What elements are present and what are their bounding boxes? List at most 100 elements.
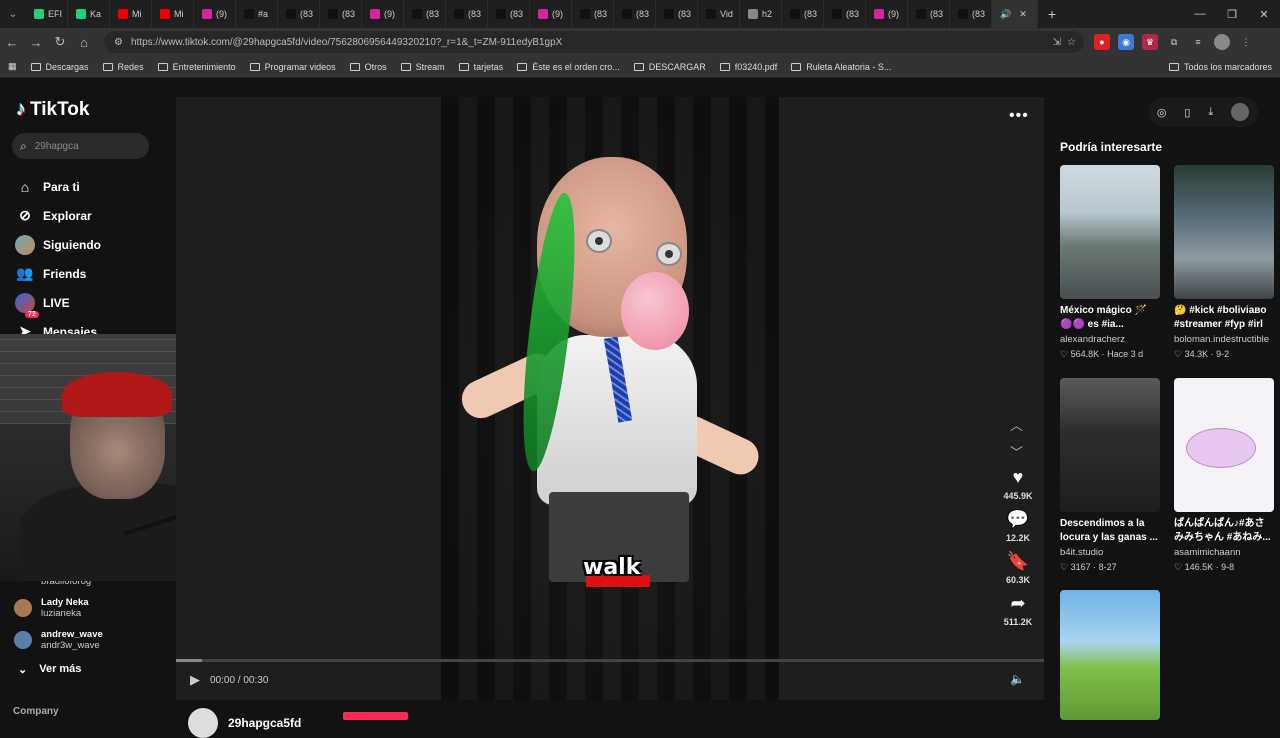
volume-icon[interactable]: 🔈	[1010, 672, 1025, 686]
browser-tab[interactable]: (83	[572, 0, 614, 28]
suggestion-card[interactable]	[1060, 590, 1160, 720]
browser-tab[interactable]: h2	[740, 0, 782, 28]
minimize-button[interactable]: —	[1184, 8, 1216, 21]
browser-tab[interactable]: (83	[782, 0, 824, 28]
bookmark-item[interactable]: Programar videos	[249, 62, 336, 72]
bookmark-star-icon[interactable]: ☆	[1067, 37, 1076, 48]
address-bar[interactable]: ⚙ https://www.tiktok.com/@29hapgca5fd/vi…	[104, 31, 1084, 53]
bookmark-item[interactable]: Entretenimiento	[157, 62, 236, 72]
share-button[interactable]: ➦ 511.2K	[1004, 593, 1033, 627]
sidebar-item-para-ti[interactable]: ⌂ Para ti	[15, 172, 101, 201]
bookmark-item[interactable]: Stream	[400, 62, 445, 72]
bookmark-item[interactable]: DESCARGAR	[633, 62, 706, 72]
download-icon[interactable]: ⤓	[1208, 106, 1213, 119]
browser-tab[interactable]: (83	[320, 0, 362, 28]
card-user[interactable]: b4it.studio	[1060, 547, 1160, 558]
extensions-puzzle-icon[interactable]: ⧉	[1166, 34, 1182, 50]
media-control-icon[interactable]: ≡	[1190, 34, 1206, 50]
bookmark-item[interactable]: Otros	[349, 62, 387, 72]
browser-tab[interactable]: (9)	[362, 0, 404, 28]
video-player[interactable]: walk ••• ︿ ﹀ ♥ 445.9K 💬 12.2K 🔖 60.3K ➦ 511.…	[176, 97, 1044, 700]
reload-button[interactable]: ↻	[48, 34, 72, 50]
bookmark-item[interactable]: Ruleta Aleatoria - S...	[791, 62, 891, 72]
video-thumbnail[interactable]	[1060, 378, 1160, 512]
previous-video-icon[interactable]: ︿	[1010, 415, 1023, 434]
browser-tab[interactable]: Ka	[68, 0, 110, 28]
browser-tab[interactable]: (83	[488, 0, 530, 28]
suggestion-card[interactable]: Descendimos a la locura y las ganas ... …	[1060, 378, 1160, 573]
save-button[interactable]: 🔖 60.3K	[1006, 551, 1030, 585]
extension-red-icon[interactable]: ●	[1094, 34, 1110, 50]
browser-tab[interactable]: (83	[278, 0, 320, 28]
coin-icon[interactable]: ◎	[1157, 106, 1167, 119]
comment-button[interactable]: 💬 12.2K	[1006, 509, 1030, 543]
company-link[interactable]: Company	[13, 706, 59, 717]
all-bookmarks-button[interactable]: Todos los marcadores	[1168, 62, 1272, 72]
browser-tab[interactable]: Mi	[110, 0, 152, 28]
sidebar-item-explorar[interactable]: ⊘ Explorar	[15, 201, 101, 230]
video-thumbnail[interactable]	[1060, 165, 1160, 299]
card-user[interactable]: boloman.indestructible	[1174, 334, 1274, 345]
profile-avatar[interactable]	[1231, 103, 1250, 121]
device-icon[interactable]: ▯	[1184, 106, 1190, 119]
extension-blue-icon[interactable]: ◉	[1118, 34, 1134, 50]
home-button[interactable]: ⌂	[72, 35, 96, 50]
profile-avatar[interactable]	[1214, 34, 1230, 50]
browser-tab[interactable]: (9)	[530, 0, 572, 28]
search-input[interactable]: ⌕ 29hapgca	[12, 133, 149, 159]
following-item[interactable]: andrew_wave andr3w_wave	[14, 624, 164, 656]
new-tab-button[interactable]: +	[1038, 6, 1066, 22]
active-tab[interactable]: 🔊 ✕	[992, 0, 1038, 28]
browser-tab[interactable]: (83	[824, 0, 866, 28]
card-user[interactable]: alexandracherz	[1060, 334, 1160, 345]
browser-tab[interactable]: (83	[656, 0, 698, 28]
bookmark-item[interactable]: Descargas	[30, 62, 89, 72]
browser-tab[interactable]: (83	[908, 0, 950, 28]
next-video-icon[interactable]: ﹀	[1010, 442, 1023, 461]
video-thumbnail[interactable]	[1174, 165, 1274, 299]
menu-kebab-icon[interactable]: ⋮	[1238, 34, 1254, 50]
browser-tab[interactable]: Mi	[152, 0, 194, 28]
suggestion-card[interactable]: 🤔 #kick #boliviaвo #streamer #fyp #irl b…	[1174, 165, 1274, 360]
browser-tab[interactable]: (83	[404, 0, 446, 28]
video-progress-bar[interactable]	[176, 659, 1044, 662]
following-item[interactable]: Lady Neka luzianeka	[14, 592, 164, 624]
video-thumbnail[interactable]	[1174, 378, 1274, 512]
restore-button[interactable]: ❐	[1216, 8, 1248, 21]
bookmark-item[interactable]: tarjetas	[458, 62, 503, 72]
ver-mas-button[interactable]: ⌄ Ver más	[18, 663, 81, 676]
browser-tab[interactable]: (9)	[866, 0, 908, 28]
sidebar-item-siguiendo[interactable]: Siguiendo	[15, 230, 101, 259]
suggestion-card[interactable]: ぱんぱんぱん♪#あさみみちゃん #あねみ... asamimichaann ♡ …	[1174, 378, 1274, 573]
sidebar-item-friends[interactable]: 👥 Friends	[15, 259, 101, 288]
apps-grid-icon[interactable]: ▦	[8, 61, 17, 72]
site-info-icon[interactable]: ⚙	[114, 37, 123, 48]
browser-tab[interactable]: (83	[446, 0, 488, 28]
bookmark-item[interactable]: Redes	[102, 62, 144, 72]
bookmark-item[interactable]: Éste es el orden cro...	[517, 62, 620, 72]
forward-button[interactable]: →	[24, 35, 48, 50]
close-tab-icon[interactable]: ✕	[1019, 9, 1027, 20]
video-thumbnail[interactable]	[1060, 590, 1160, 720]
browser-tab[interactable]: Vid	[698, 0, 740, 28]
close-window-button[interactable]: ✕	[1248, 8, 1280, 21]
install-icon[interactable]: ⇲	[1053, 37, 1061, 48]
suggestion-card[interactable]: México mágico 🪄 🟣🟣 es #ia... alexandrach…	[1060, 165, 1160, 360]
back-button[interactable]: ←	[0, 35, 24, 50]
bookmark-item[interactable]: f03240.pdf	[719, 62, 777, 72]
extension-pink-icon[interactable]: ♛	[1142, 34, 1158, 50]
video-author[interactable]: 29hapgca5fd	[188, 708, 301, 738]
browser-tab[interactable]: EFI	[26, 0, 68, 28]
more-options-icon[interactable]: •••	[1009, 107, 1029, 125]
play-icon[interactable]: ▶	[190, 672, 200, 688]
browser-tab[interactable]: (83	[950, 0, 992, 28]
browser-tab[interactable]: (83	[614, 0, 656, 28]
like-button[interactable]: ♥ 445.9K	[1003, 467, 1032, 501]
browser-tab[interactable]: (9)	[194, 0, 236, 28]
tiktok-logo[interactable]: ♪ TikTok	[16, 98, 89, 121]
browser-tab[interactable]: #a	[236, 0, 278, 28]
follow-button[interactable]	[343, 712, 408, 720]
tab-search-button[interactable]: ⌄	[0, 0, 26, 28]
card-user[interactable]: asamimichaann	[1174, 547, 1274, 558]
video-frame[interactable]: walk	[441, 97, 779, 700]
